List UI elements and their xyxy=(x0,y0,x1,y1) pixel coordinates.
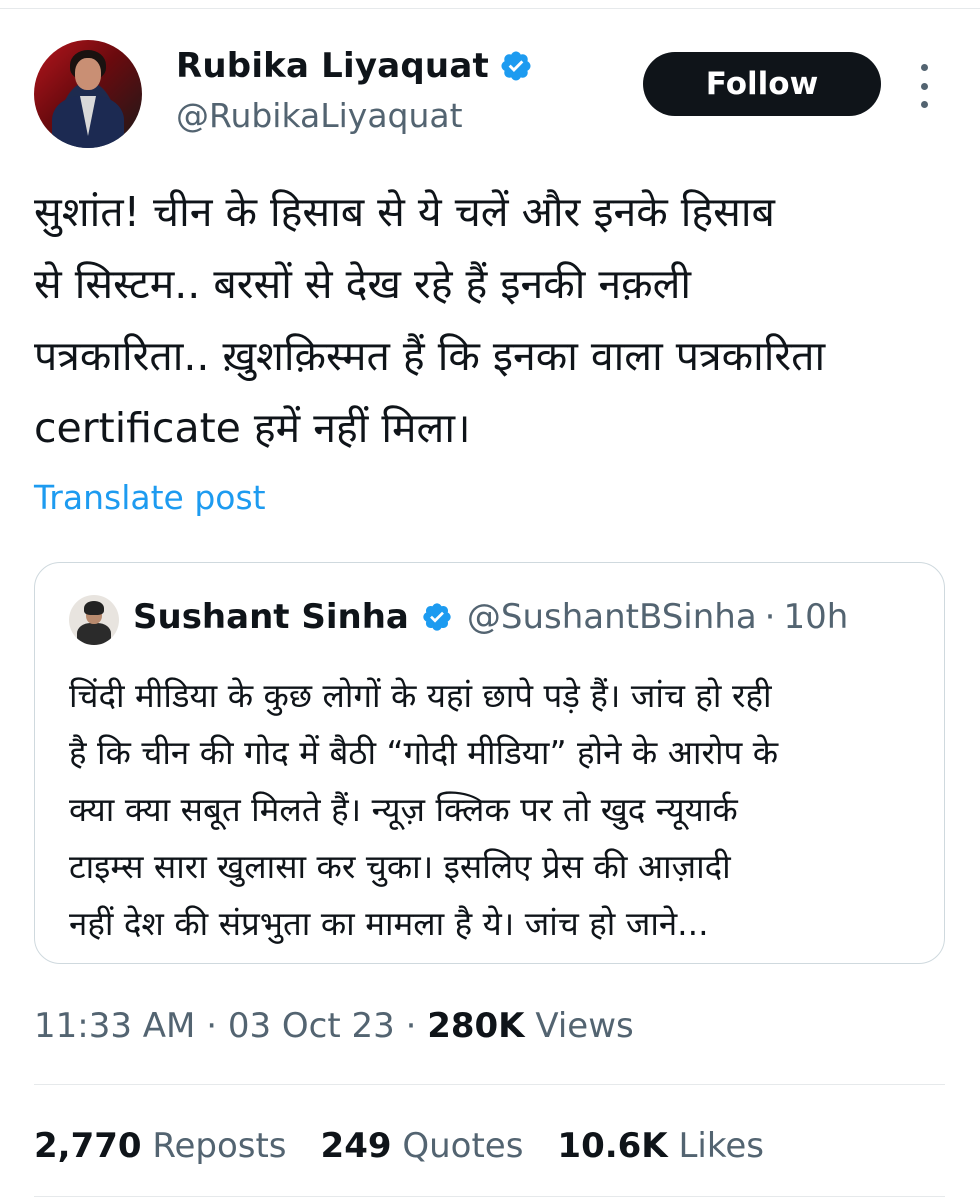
quoted-text-line: है कि चीन की गोद में बैठी “गोदी मीडिया” … xyxy=(69,733,779,772)
likes-label: Likes xyxy=(678,1126,764,1166)
translate-post-link[interactable]: Translate post xyxy=(34,478,266,517)
views-label: Views xyxy=(535,1006,634,1046)
quotes-label: Quotes xyxy=(402,1126,524,1166)
author-name-row[interactable]: Rubika Liyaquat xyxy=(176,46,533,86)
author-handle[interactable]: @RubikaLiyaquat xyxy=(176,96,463,135)
quoted-text-line: नहीं देश की संप्रभुता का मामला है ये। जा… xyxy=(69,904,709,943)
quoted-tweet-text: चिंदी मीडिया के कुछ लोगों के यहां छापे प… xyxy=(69,667,929,952)
quoted-timestamp[interactable]: 10h xyxy=(783,597,848,637)
quoted-text-line: क्या क्या सबूत मिलते हैं। न्यूज़ क्लिक प… xyxy=(69,790,738,829)
tweet-text: सुशांत! चीन के हिसाब से ये चलें और इनके … xyxy=(34,176,964,464)
tweet-text-line: सुशांत! चीन के हिसाब से ये चलें और इनके … xyxy=(34,188,775,236)
reposts-stat[interactable]: 2,770 Reposts xyxy=(34,1126,287,1166)
tweet-date[interactable]: 03 Oct 23 xyxy=(228,1006,395,1046)
verified-badge-icon xyxy=(501,51,531,81)
tweet-text-line: certificate हमें नहीं मिला। xyxy=(34,404,471,452)
bottom-divider xyxy=(34,1196,945,1197)
tweet-header: Rubika Liyaquat @RubikaLiyaquat Follow xyxy=(34,40,954,150)
top-divider xyxy=(0,8,980,9)
quoted-text-line: चिंदी मीडिया के कुछ लोगों के यहां छापे प… xyxy=(69,676,772,715)
reposts-count: 2,770 xyxy=(34,1126,142,1166)
quoted-tweet-header: Sushant Sinha @SushantBSinha · 10h xyxy=(133,597,848,637)
quotes-stat[interactable]: 249 Quotes xyxy=(321,1126,524,1166)
author-avatar[interactable] xyxy=(34,40,142,148)
reposts-label: Reposts xyxy=(152,1126,287,1166)
tweet-text-line: से सिस्टम.. बरसों से देख रहे हैं इनकी नक… xyxy=(34,260,692,308)
more-vertical-icon[interactable] xyxy=(914,64,934,108)
author-display-name[interactable]: Rubika Liyaquat xyxy=(176,46,489,86)
likes-count: 10.6K xyxy=(557,1126,668,1166)
quoted-text-line: टाइम्स सारा खुलासा कर चुका। इसलिए प्रेस … xyxy=(69,847,731,886)
views-count: 280K xyxy=(427,1006,525,1046)
quoted-author-handle[interactable]: @SushantBSinha xyxy=(467,597,757,637)
quoted-author-avatar[interactable] xyxy=(69,595,119,645)
engagement-stats: 2,770 Reposts 249 Quotes 10.6K Likes xyxy=(34,1126,798,1166)
quoted-author-name[interactable]: Sushant Sinha xyxy=(133,597,409,637)
separator-dot: · xyxy=(764,597,776,637)
quoted-tweet-card[interactable]: Sushant Sinha @SushantBSinha · 10h चिंदी… xyxy=(34,562,945,964)
tweet-time[interactable]: 11:33 AM xyxy=(34,1006,195,1046)
separator-dot: · xyxy=(405,1006,417,1046)
stats-divider xyxy=(34,1084,945,1085)
follow-button[interactable]: Follow xyxy=(643,52,881,116)
verified-badge-icon xyxy=(423,603,451,631)
quotes-count: 249 xyxy=(320,1126,392,1166)
likes-stat[interactable]: 10.6K Likes xyxy=(557,1126,764,1166)
separator-dot: · xyxy=(206,1006,218,1046)
tweet-text-line: पत्रकारिता.. ख़ुशक़िस्मत हैं कि इनका वाल… xyxy=(34,332,826,380)
tweet-meta: 11:33 AM · 03 Oct 23 · 280K Views xyxy=(34,1006,634,1046)
